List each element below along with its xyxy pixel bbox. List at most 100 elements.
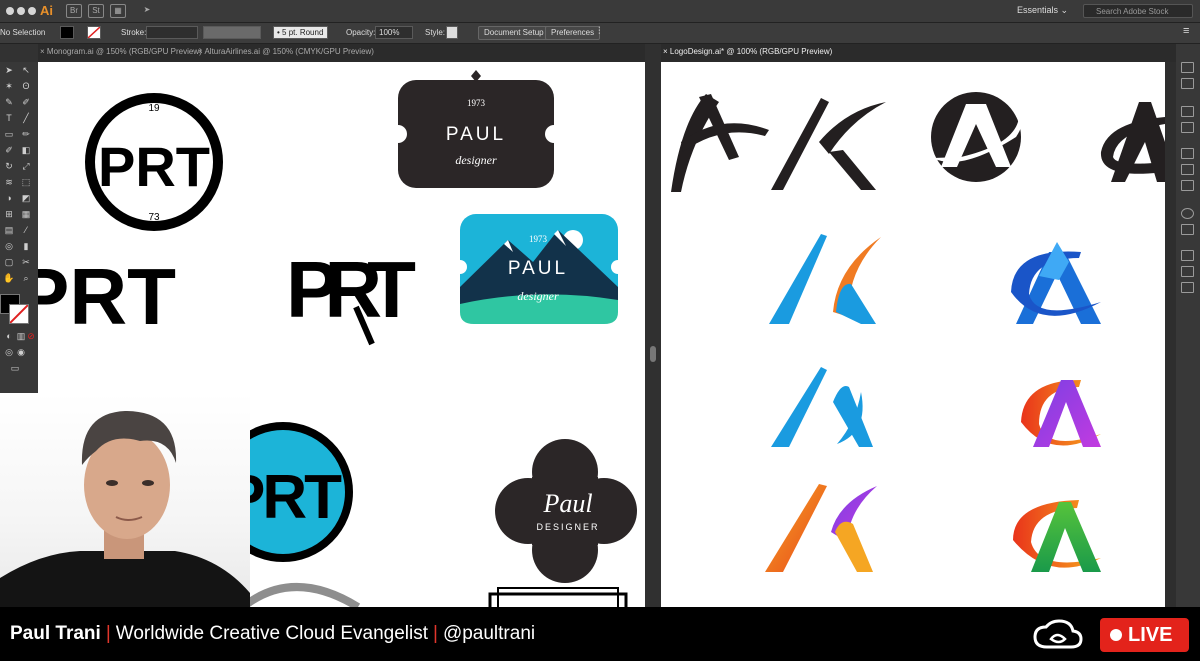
export-panel-icon[interactable] bbox=[1181, 250, 1194, 261]
perspective-grid-icon[interactable]: ⊞ bbox=[2, 208, 16, 220]
preferences-button[interactable]: Preferences bbox=[545, 26, 601, 40]
presenter-handle: @paultrani bbox=[442, 623, 536, 644]
document-tabs-left: × Monogram.ai @ 150% (RGB/GPU Preview) ×… bbox=[38, 44, 645, 62]
fill-swatch[interactable] bbox=[60, 26, 74, 39]
none-mode-icon[interactable]: ⊘ bbox=[24, 330, 38, 342]
graph-tool-icon[interactable]: ▮ bbox=[19, 240, 33, 252]
width-tool-icon[interactable]: ≋ bbox=[2, 176, 16, 188]
stroke-swatch[interactable] bbox=[87, 26, 101, 39]
paintbrush-icon[interactable]: ✏ bbox=[19, 128, 33, 140]
workspace-switcher[interactable]: Essentials ⌄ bbox=[1017, 5, 1068, 16]
variable-width-profile[interactable] bbox=[203, 26, 261, 39]
document-tabs-right: × LogoDesign.ai* @ 100% (RGB/GPU Preview… bbox=[661, 44, 1176, 62]
prt-year-bottom: 73 bbox=[148, 212, 160, 223]
stock-search-input[interactable]: Search Adobe Stock bbox=[1083, 4, 1193, 18]
direct-selection-tool-icon[interactable]: ↖ bbox=[19, 64, 33, 76]
swatches-panel-icon[interactable] bbox=[1181, 122, 1194, 133]
panel-dock bbox=[1176, 44, 1200, 607]
script-paul: Paul bbox=[542, 489, 592, 518]
tab-logodesign[interactable]: × LogoDesign.ai* @ 100% (RGB/GPU Preview… bbox=[663, 47, 832, 56]
rotate-tool-icon[interactable]: ↻ bbox=[2, 160, 16, 172]
prt-year-top: 19 bbox=[148, 103, 160, 114]
illustrator-logo: Ai bbox=[40, 3, 53, 18]
badge-year: 1973 bbox=[467, 98, 486, 108]
artboard-logodesign[interactable] bbox=[661, 62, 1165, 607]
eraser-icon[interactable]: ◧ bbox=[19, 144, 33, 156]
arrange-documents-icon[interactable]: ▦ bbox=[110, 4, 126, 18]
rectangle-tool-icon[interactable]: ▭ bbox=[2, 128, 16, 140]
mesh-tool-icon[interactable]: ▦ bbox=[19, 208, 33, 220]
lasso-icon[interactable]: ʘ bbox=[19, 80, 33, 92]
blend-tool-icon[interactable]: ◎ bbox=[2, 240, 16, 252]
free-transform-icon[interactable]: ⬚ bbox=[19, 176, 33, 188]
app-bar: Ai Br St ▦ ➤ Essentials ⌄ Search Adobe S… bbox=[0, 0, 1200, 23]
prt-standalone-text: PRT bbox=[286, 245, 416, 334]
selection-tool-icon[interactable]: ➤ bbox=[2, 64, 16, 76]
logo-row1 bbox=[671, 92, 1165, 192]
document-setup-button[interactable]: Document Setup bbox=[478, 26, 550, 40]
logo-a-purple bbox=[1021, 380, 1101, 447]
eyedropper-icon[interactable]: ⁄ bbox=[19, 224, 33, 236]
shaper-tool-icon[interactable]: ✐ bbox=[2, 144, 16, 156]
scale-tool-icon[interactable]: ⤢ bbox=[19, 160, 33, 172]
align-icon[interactable]: ⫶ bbox=[598, 26, 601, 37]
libraries-panel-icon[interactable] bbox=[1181, 78, 1194, 89]
graphic-styles-panel-icon[interactable] bbox=[1181, 224, 1194, 235]
logo-a-blue-swoosh bbox=[1011, 242, 1101, 324]
stock-button[interactable]: St bbox=[88, 4, 104, 18]
zoom-window-button[interactable] bbox=[28, 7, 36, 15]
minimize-window-button[interactable] bbox=[17, 7, 25, 15]
prt-partial-text: PRT bbox=[38, 252, 176, 341]
layers-panel-icon[interactable] bbox=[1181, 266, 1194, 277]
brush-definition[interactable]: • 5 pt. Round bbox=[273, 26, 328, 39]
badge-designer: designer bbox=[455, 153, 497, 167]
split-divider[interactable] bbox=[645, 44, 661, 607]
logo-a-cyan-2 bbox=[771, 367, 827, 447]
prt-circle-text: PRT bbox=[98, 135, 210, 198]
curvature-tool-icon[interactable]: ✐ bbox=[19, 96, 33, 108]
gradient-tool-icon[interactable]: ▤ bbox=[2, 224, 16, 236]
divider-handle[interactable] bbox=[650, 346, 656, 362]
hand-tool-icon[interactable]: ✋ bbox=[2, 272, 16, 284]
panel-menu-icon[interactable]: ≡ bbox=[1183, 25, 1189, 37]
line-tool-icon[interactable]: ╱ bbox=[19, 112, 33, 124]
shape-builder-icon[interactable]: ◑ bbox=[2, 192, 16, 204]
stroke-weight-field[interactable] bbox=[146, 26, 198, 39]
presenter-image bbox=[0, 411, 250, 607]
tab-monogram[interactable]: × Monogram.ai @ 150% (RGB/GPU Preview) bbox=[40, 47, 202, 56]
stroke-color-swatch[interactable] bbox=[9, 304, 29, 324]
appearance-panel-icon[interactable] bbox=[1181, 208, 1194, 219]
logo-a-green bbox=[1013, 500, 1101, 572]
gpu-performance-icon[interactable]: ➤ bbox=[140, 4, 154, 16]
live-dot-icon bbox=[1110, 629, 1122, 641]
graphic-style-swatch[interactable] bbox=[446, 26, 458, 39]
vertical-scrollbar[interactable] bbox=[1165, 62, 1176, 607]
artboard-tool-icon[interactable]: ▢ bbox=[2, 256, 16, 268]
type-tool-icon[interactable]: T bbox=[2, 112, 16, 124]
lower-third-banner: Paul Trani | Worldwide Creative Cloud Evan… bbox=[0, 607, 1200, 661]
selection-status: No Selection bbox=[0, 28, 46, 37]
close-window-button[interactable] bbox=[6, 7, 14, 15]
gradient-panel-icon[interactable] bbox=[1181, 164, 1194, 175]
opacity-field[interactable]: 100% bbox=[375, 26, 413, 39]
screen-mode-icon[interactable]: ▭ bbox=[8, 362, 22, 374]
zoom-tool-icon[interactable]: ⌕ bbox=[19, 272, 33, 284]
stroke-label: Stroke: bbox=[121, 28, 147, 37]
draw-behind-icon[interactable]: ◉ bbox=[14, 346, 28, 358]
slice-tool-icon[interactable]: ✂ bbox=[19, 256, 33, 268]
properties-panel-icon[interactable] bbox=[1181, 62, 1194, 73]
artboards-panel-icon[interactable] bbox=[1181, 282, 1194, 293]
tab-alturaairlines[interactable]: × AlturaAirlines.ai @ 150% (CMYK/GPU Pre… bbox=[198, 47, 374, 56]
badge-paul: PAUL bbox=[446, 124, 506, 145]
live-paint-icon[interactable]: ◩ bbox=[19, 192, 33, 204]
transparency-panel-icon[interactable] bbox=[1181, 180, 1194, 191]
stroke-panel-icon[interactable] bbox=[1181, 148, 1194, 159]
logo-a-cyan-1 bbox=[769, 234, 827, 324]
color-panel-icon[interactable] bbox=[1181, 106, 1194, 117]
badge2-paul: PAUL bbox=[508, 258, 568, 279]
quatrefoil-designer: DESIGNER bbox=[536, 522, 599, 532]
bridge-button[interactable]: Br bbox=[66, 4, 82, 18]
pen-tool-icon[interactable]: ✎ bbox=[2, 96, 16, 108]
badge2-year: 1973 bbox=[529, 234, 548, 244]
magic-wand-icon[interactable]: ✶ bbox=[2, 80, 16, 92]
